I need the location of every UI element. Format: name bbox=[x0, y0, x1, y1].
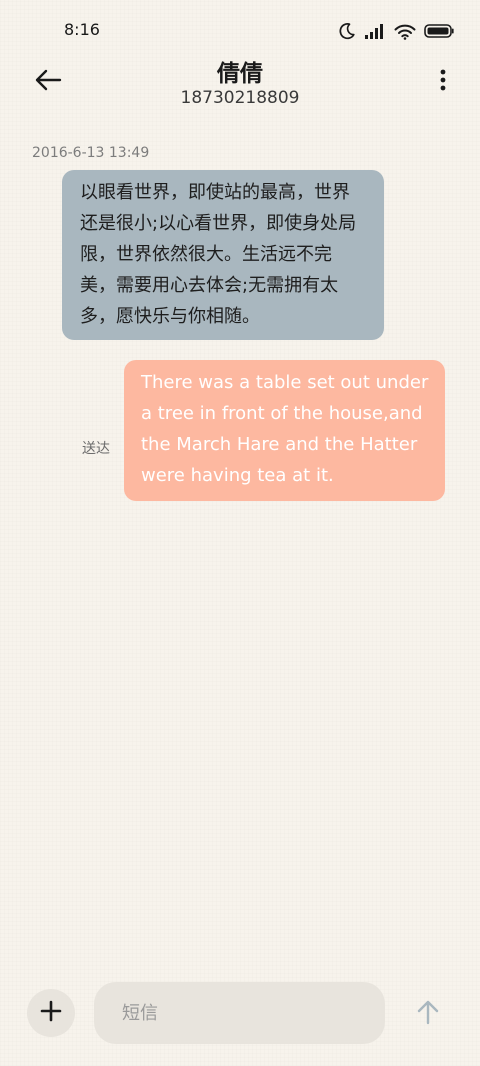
moon-icon bbox=[338, 22, 356, 40]
wifi-icon bbox=[394, 23, 416, 40]
message-composer bbox=[0, 970, 480, 1066]
attach-button[interactable] bbox=[27, 989, 75, 1037]
status-icons bbox=[338, 20, 454, 42]
contact-number: 18730218809 bbox=[180, 88, 300, 108]
contact-name: 倩倩 bbox=[217, 61, 263, 87]
signal-icon bbox=[364, 23, 386, 39]
status-time: 8:16 bbox=[64, 20, 100, 39]
arrow-up-icon bbox=[416, 999, 440, 1029]
more-vertical-icon bbox=[440, 69, 446, 95]
message-timestamp: 2016-6-13 13:49 bbox=[32, 145, 150, 161]
plus-icon bbox=[40, 1000, 62, 1026]
delivery-status: 送达 bbox=[82, 441, 110, 457]
message-input[interactable] bbox=[94, 982, 385, 1044]
incoming-message-bubble[interactable]: 以眼看世界，即使站的最高，世界还是很小;以心看世界，即使身处局限，世界依然很大。… bbox=[62, 170, 384, 340]
battery-icon bbox=[424, 24, 454, 38]
send-button[interactable] bbox=[410, 996, 446, 1032]
outgoing-message-bubble[interactable]: There was a table set out under a tree i… bbox=[124, 360, 445, 501]
conversation-header: 倩倩 18730218809 bbox=[0, 50, 480, 116]
more-options-button[interactable] bbox=[436, 68, 450, 96]
